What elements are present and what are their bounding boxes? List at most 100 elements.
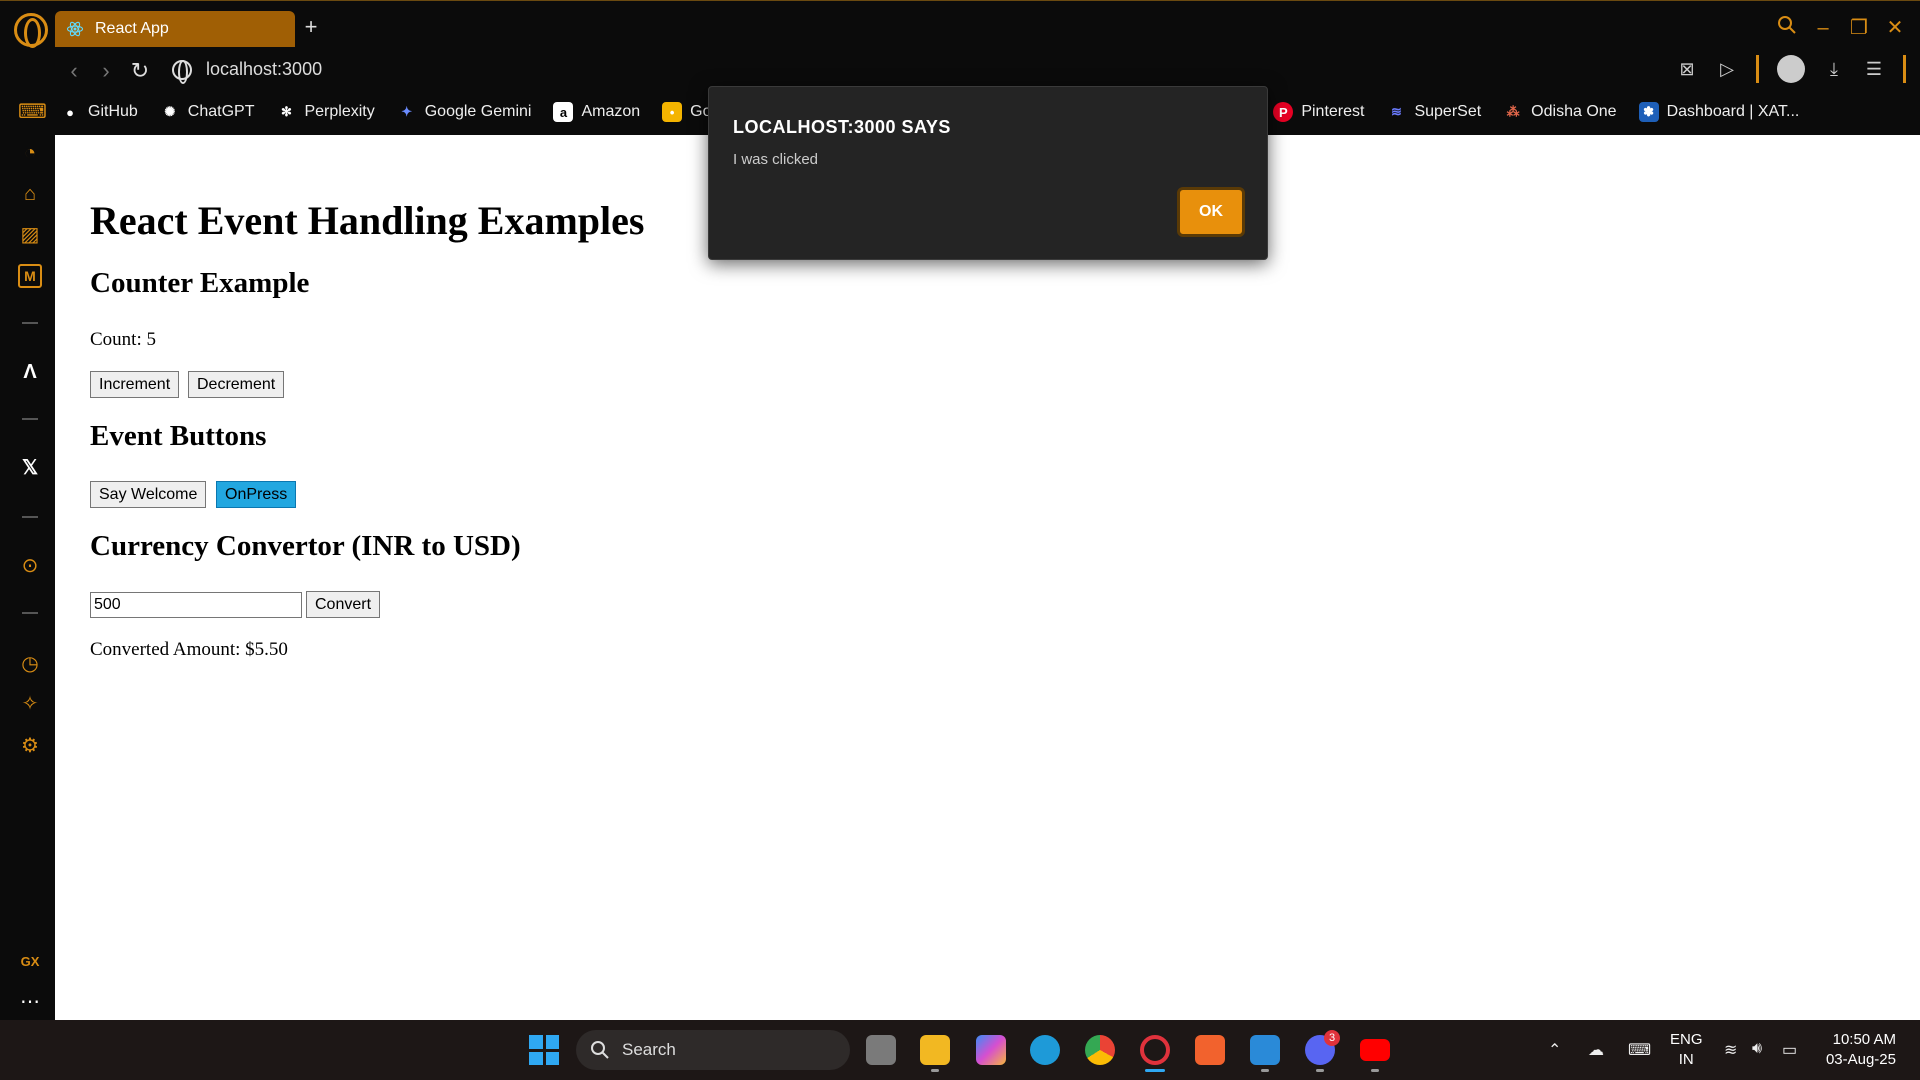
running-indicator	[1316, 1069, 1324, 1072]
react-icon	[65, 19, 85, 39]
aria-ai-icon[interactable]: Λ	[18, 360, 42, 384]
bookmark-chatgpt[interactable]: ✺ ChatGPT	[160, 102, 254, 122]
increment-button[interactable]: Increment	[90, 371, 180, 398]
player-icon[interactable]: ⊙	[18, 554, 42, 578]
bookmark-gemini[interactable]: ✦ Google Gemini	[397, 102, 531, 122]
sidebar: ⌨ ◔ ⌂ ▨ M Λ 𝕏 ⊙ ◷ ✧ ⚙ GX ⋯	[0, 98, 55, 1018]
clock-date: 03-Aug-25	[1825, 1051, 1896, 1068]
bookmark-pinterest[interactable]: P Pinterest	[1273, 102, 1364, 122]
sidebar-separator	[22, 612, 38, 614]
youtube-icon[interactable]	[1360, 1039, 1390, 1061]
keyboard-icon[interactable]: ⌨	[1628, 1040, 1651, 1060]
alert-dialog: LOCALHOST:3000 SAYS I was clicked OK	[708, 86, 1268, 260]
onedrive-cloud-icon[interactable]: ☁	[1588, 1040, 1604, 1060]
task-view-icon[interactable]	[866, 1035, 896, 1065]
gx-cleaner-icon[interactable]: ⌂	[18, 182, 42, 206]
volume-icon[interactable]: 🔊︎	[1752, 1040, 1762, 1058]
running-indicator	[931, 1069, 939, 1072]
web-page: React Event Handling Examples Counter Ex…	[55, 135, 1920, 1020]
vscode-icon[interactable]	[1250, 1035, 1280, 1065]
restore-icon[interactable]: ❐	[1846, 15, 1872, 41]
decrement-button[interactable]: Decrement	[188, 371, 285, 398]
gx-control-icon[interactable]: ⌨	[18, 100, 47, 124]
gemini-icon: ✦	[401, 104, 413, 119]
toolbar-separator-right	[1903, 55, 1906, 83]
show-hidden-icons-icon[interactable]: ⌃	[1548, 1040, 1561, 1060]
mods-icon[interactable]: M	[18, 264, 42, 288]
tab-react-app[interactable]: React App	[55, 11, 295, 47]
active-indicator	[1145, 1069, 1165, 1072]
bookmark-odisha-one[interactable]: ⁂ Odisha One	[1503, 102, 1617, 122]
forward-icon[interactable]: ›	[92, 57, 120, 85]
bookmark-amazon[interactable]: a Amazon	[553, 102, 640, 122]
windows-start-icon[interactable]	[529, 1035, 559, 1065]
wifi-icon[interactable]: ≋	[1724, 1040, 1737, 1060]
sidebar-separator	[22, 516, 38, 518]
back-icon[interactable]: ‹	[60, 57, 88, 85]
toolbar-right: ⊠ ▷ ⤓ ☰	[1676, 55, 1906, 83]
new-tab-button[interactable]: +	[300, 16, 322, 39]
running-indicator	[1261, 1069, 1269, 1072]
minimize-icon[interactable]: –	[1810, 15, 1836, 41]
taskbar-search[interactable]: Search	[576, 1030, 850, 1070]
xat-dashboard-icon: ✽	[1638, 102, 1659, 122]
edge-icon[interactable]	[1030, 1035, 1060, 1065]
bookmark-perplexity[interactable]: ✻ Perplexity	[276, 102, 375, 122]
ok-button[interactable]: OK	[1177, 187, 1245, 237]
sidebar-separator	[22, 322, 38, 324]
file-explorer-icon[interactable]	[920, 1035, 950, 1065]
bookmark-superset[interactable]: ≋ SuperSet	[1386, 102, 1481, 122]
bookmark-xat-dashboard[interactable]: ✽ Dashboard | XAT...	[1638, 102, 1799, 122]
search-label: Search	[622, 1040, 676, 1059]
profile-avatar-icon[interactable]	[1777, 55, 1805, 83]
dialog-message: I was clicked	[733, 151, 819, 168]
opera-gx-logo-icon[interactable]	[14, 13, 48, 48]
x-twitter-icon[interactable]: 𝕏	[18, 456, 42, 480]
close-window-icon[interactable]: ✕	[1882, 15, 1908, 41]
count-text: Count: 5	[90, 329, 156, 350]
battery-icon[interactable]: ▭	[1782, 1040, 1797, 1060]
google-keep-icon: •	[662, 102, 683, 122]
site-info-globe-icon[interactable]	[172, 60, 192, 84]
superset-icon: ≋	[1391, 104, 1402, 119]
search-tabs-icon[interactable]	[1774, 15, 1800, 41]
extensions-icon[interactable]: ✧	[18, 692, 42, 716]
onpress-button[interactable]: OnPress	[216, 481, 297, 508]
say-welcome-button[interactable]: Say Welcome	[90, 481, 207, 508]
bookmark-github[interactable]: ● GitHub	[60, 102, 138, 122]
ad-block-icon[interactable]: ⊠	[1676, 58, 1698, 80]
copilot-icon[interactable]	[976, 1035, 1006, 1065]
more-options-icon[interactable]: ⋯	[18, 990, 42, 1014]
settings-gear-icon[interactable]: ⚙	[18, 734, 42, 758]
easy-setup-menu-icon[interactable]: ☰	[1863, 58, 1885, 80]
language-indicator[interactable]: ENG IN	[1670, 1030, 1703, 1070]
chrome-icon[interactable]	[1085, 1035, 1115, 1065]
amount-input[interactable]	[90, 592, 302, 618]
flow-send-icon[interactable]: ▷	[1716, 58, 1738, 80]
opera-gx-taskbar-icon[interactable]	[1140, 1035, 1170, 1065]
history-icon[interactable]: ◷	[18, 652, 42, 676]
convert-button[interactable]: Convert	[306, 591, 381, 618]
perplexity-icon: ✻	[281, 104, 292, 119]
currency-heading: Currency Convertor (INR to USD)	[90, 530, 521, 562]
pinterest-icon: P	[1273, 102, 1294, 122]
event-buttons-heading: Event Buttons	[90, 420, 267, 452]
toolbar-separator	[1756, 55, 1759, 83]
download-icon[interactable]: ⤓	[1823, 58, 1845, 80]
search-icon	[591, 1041, 609, 1059]
discord-badge: 3	[1324, 1030, 1340, 1046]
reload-icon[interactable]: ↻	[126, 57, 154, 85]
page-title: React Event Handling Examples	[90, 198, 645, 243]
converted-amount-text: Converted Amount: $5.50	[90, 639, 288, 660]
wallpaper-icon[interactable]: ▨	[18, 223, 42, 247]
sidebar-separator	[22, 418, 38, 420]
gx-corner-icon[interactable]: ◔	[18, 141, 42, 165]
gx-label[interactable]: GX	[18, 950, 42, 974]
odisha-one-icon: ⁂	[1506, 104, 1520, 119]
chatgpt-icon: ✺	[164, 104, 176, 119]
address-bar[interactable]: localhost:3000	[206, 59, 322, 80]
clock-time: 10:50 AM	[1832, 1031, 1896, 1048]
dialog-title: LOCALHOST:3000 SAYS	[733, 117, 951, 137]
taskbar-clock[interactable]: 10:50 AM 03-Aug-25	[1826, 1030, 1896, 1070]
brave-icon[interactable]	[1195, 1035, 1225, 1065]
